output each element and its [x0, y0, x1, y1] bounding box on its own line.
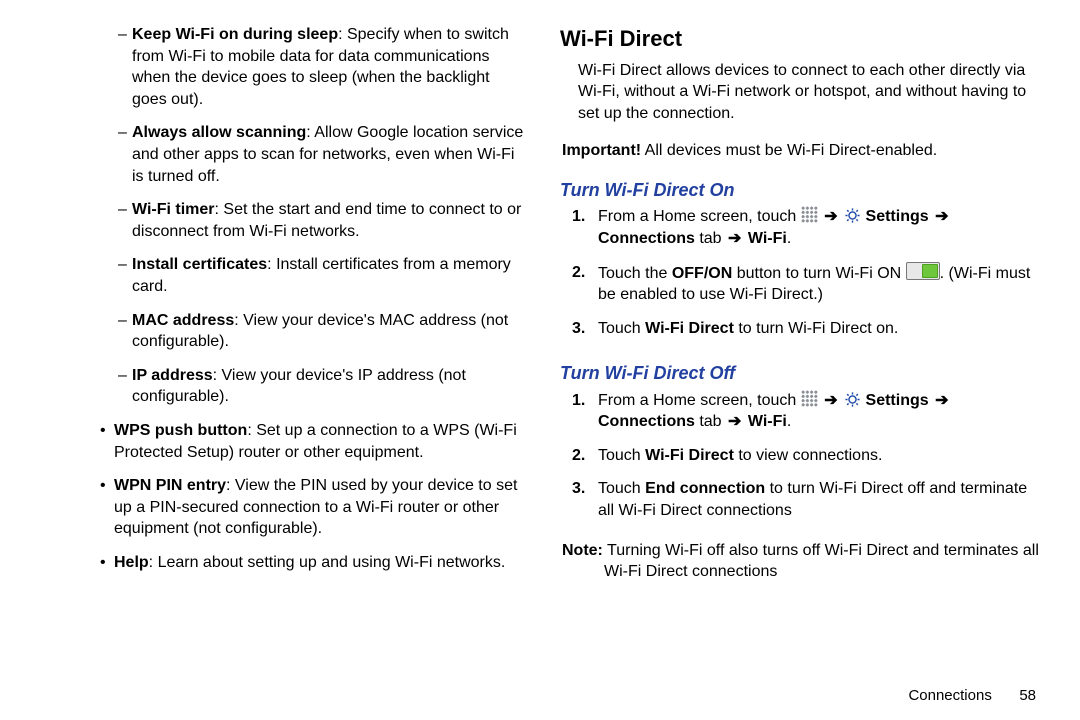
page-footer: Connections 58: [560, 686, 1044, 706]
arrow-icon: ➔: [822, 208, 839, 225]
connections-label: Connections: [598, 230, 695, 247]
step-text: to turn Wi-Fi Direct on.: [734, 320, 898, 337]
wifi-direct-label: Wi-Fi Direct: [645, 320, 734, 337]
term: Always allow scanning: [132, 124, 306, 141]
subheading-turn-on: Turn Wi-Fi Direct On: [560, 178, 1044, 202]
off-on-label: OFF/ON: [672, 265, 732, 282]
term: WPS push button: [114, 422, 247, 439]
step-text: button to turn Wi-Fi ON: [732, 265, 905, 282]
step: From a Home screen, touch ➔ Settings ➔ C…: [572, 206, 1044, 249]
page-number: 58: [996, 686, 1036, 706]
list-item: Always allow scanning: Allow Google loca…: [118, 122, 524, 187]
step-text: Touch: [598, 447, 645, 464]
note-text: Turning Wi-Fi off also turns off Wi-Fi D…: [603, 542, 1039, 581]
term: Wi-Fi timer: [132, 201, 215, 218]
term: Help: [114, 554, 149, 571]
list-item: Wi-Fi timer: Set the start and end time …: [118, 199, 524, 242]
arrow-icon: ➔: [933, 392, 950, 409]
wifi-direct-label: Wi-Fi Direct: [645, 447, 734, 464]
settings-label: Settings: [866, 208, 929, 225]
term: Install certificates: [132, 256, 267, 273]
settings-label: Settings: [866, 392, 929, 409]
gear-icon: [844, 391, 861, 408]
arrow-icon: ➔: [933, 208, 950, 225]
list-item: WPS push button: Set up a connection to …: [100, 420, 524, 463]
arrow-icon: ➔: [726, 413, 743, 430]
apps-icon: [801, 390, 818, 407]
dash-list: Keep Wi-Fi on during sleep: Specify when…: [40, 24, 524, 408]
step-text: From a Home screen, touch: [598, 392, 801, 409]
footer-section: Connections: [908, 687, 991, 704]
bullet-list: WPS push button: Set up a connection to …: [40, 420, 524, 574]
right-column: Wi-Fi Direct Wi-Fi Direct allows devices…: [560, 24, 1044, 706]
step: Touch Wi-Fi Direct to view connections.: [572, 445, 1044, 467]
end-connection-label: End connection: [645, 480, 765, 497]
list-item: Help: Learn about setting up and using W…: [100, 552, 524, 574]
term: Keep Wi-Fi on during sleep: [132, 26, 338, 43]
page: Keep Wi-Fi on during sleep: Specify when…: [0, 0, 1080, 720]
steps-turn-off: From a Home screen, touch ➔ Settings ➔ C…: [572, 390, 1044, 534]
left-column: Keep Wi-Fi on during sleep: Specify when…: [36, 24, 524, 706]
gear-icon: [844, 207, 861, 224]
step-text: Touch: [598, 320, 645, 337]
list-item: Install certificates: Install certificat…: [118, 254, 524, 297]
step: Touch End connection to turn Wi-Fi Direc…: [572, 478, 1044, 521]
step: Touch Wi-Fi Direct to turn Wi-Fi Direct …: [572, 318, 1044, 340]
list-item: WPN PIN entry: View the PIN used by your…: [100, 475, 524, 540]
important-label: Important!: [562, 142, 641, 159]
important-text: All devices must be Wi-Fi Direct-enabled…: [641, 142, 937, 159]
term: WPN PIN entry: [114, 477, 226, 494]
step-text: From a Home screen, touch: [598, 208, 801, 225]
intro-paragraph: Wi-Fi Direct allows devices to connect t…: [578, 60, 1044, 125]
important-note: Important! All devices must be Wi-Fi Dir…: [562, 140, 1044, 162]
connections-label: Connections: [598, 413, 695, 430]
desc: : Learn about setting up and using Wi-Fi…: [149, 554, 506, 571]
arrow-icon: ➔: [822, 392, 839, 409]
list-item: MAC address: View your device's MAC addr…: [118, 310, 524, 353]
step: From a Home screen, touch ➔ Settings ➔ C…: [572, 390, 1044, 433]
note: Note: Turning Wi-Fi off also turns off W…: [562, 540, 1044, 583]
subheading-turn-off: Turn Wi-Fi Direct Off: [560, 361, 1044, 385]
step-text: Touch: [598, 480, 645, 497]
tab-text: tab: [695, 230, 726, 247]
section-heading: Wi-Fi Direct: [560, 24, 1044, 54]
tab-text: tab: [695, 413, 726, 430]
step-text: to view connections.: [734, 447, 883, 464]
term: MAC address: [132, 312, 234, 329]
note-label: Note:: [562, 542, 603, 559]
wifi-label: Wi-Fi: [748, 413, 787, 430]
toggle-on-icon: [906, 262, 940, 280]
step: Touch the OFF/ON button to turn Wi-Fi ON…: [572, 262, 1044, 306]
wifi-label: Wi-Fi: [748, 230, 787, 247]
list-item: IP address: View your device's IP addres…: [118, 365, 524, 408]
steps-turn-on: From a Home screen, touch ➔ Settings ➔ C…: [572, 206, 1044, 351]
list-item: Keep Wi-Fi on during sleep: Specify when…: [118, 24, 524, 110]
arrow-icon: ➔: [726, 230, 743, 247]
apps-icon: [801, 206, 818, 223]
term: IP address: [132, 367, 213, 384]
step-text: Touch the: [598, 265, 672, 282]
